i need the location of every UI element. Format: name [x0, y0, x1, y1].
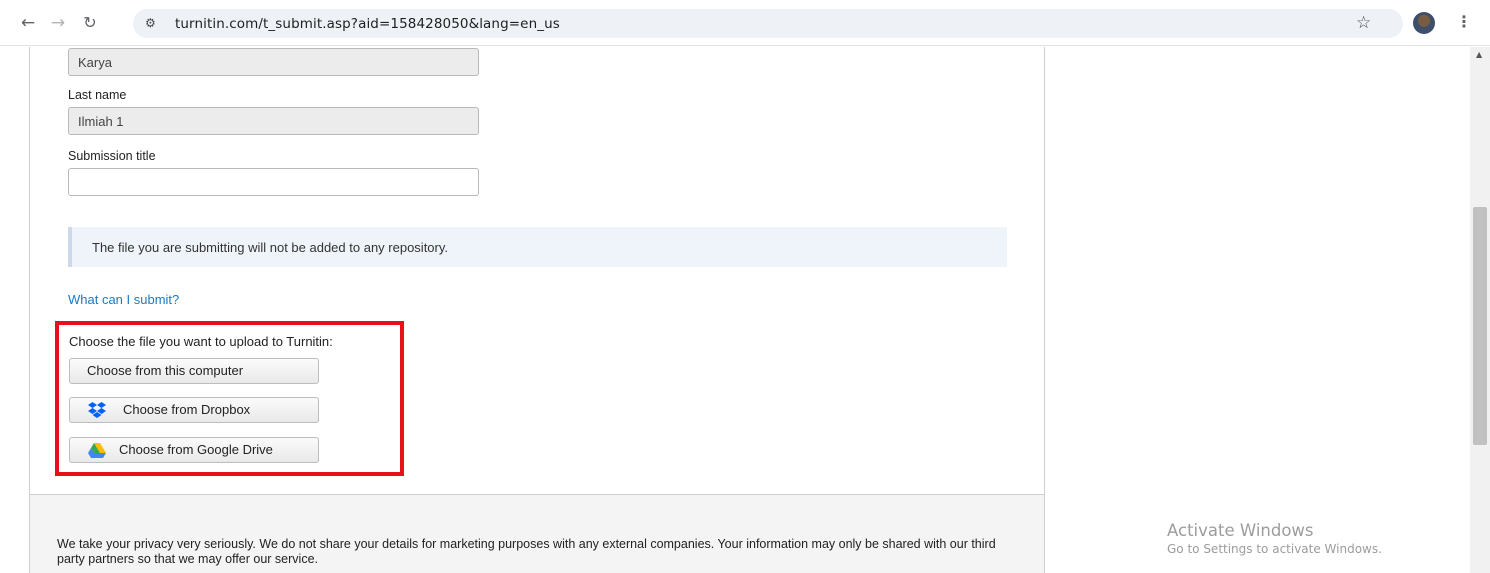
windows-activation-watermark: Activate Windows Go to Settings to activ…: [1167, 521, 1382, 556]
submission-title-input[interactable]: [68, 168, 479, 196]
choose-from-computer-button[interactable]: Choose from this computer: [69, 358, 319, 384]
upload-title: Choose the file you want to upload to Tu…: [69, 334, 333, 349]
submission-title-label: Submission title: [68, 149, 156, 163]
repository-notice-text: The file you are submitting will not be …: [92, 240, 449, 255]
choose-from-dropbox-button[interactable]: Choose from Dropbox: [69, 397, 319, 423]
watermark-title: Activate Windows: [1167, 521, 1314, 540]
choose-from-computer-label: Choose from this computer: [87, 363, 244, 378]
page-content: Karya Last name Ilmiah 1 Submission titl…: [0, 47, 1470, 573]
url-text[interactable]: turnitin.com/t_submit.asp?aid=158428050&…: [175, 16, 560, 32]
profile-avatar[interactable]: [1413, 12, 1435, 34]
watermark-subtitle: Go to Settings to activate Windows.: [1167, 542, 1382, 556]
vertical-scrollbar[interactable]: ▲: [1470, 47, 1490, 573]
address-bar[interactable]: ⚙ turnitin.com/t_submit.asp?aid=15842805…: [133, 9, 1403, 38]
google-drive-icon: [88, 443, 106, 458]
back-arrow-icon[interactable]: ←: [18, 13, 38, 33]
dropbox-icon: [88, 402, 106, 418]
first-name-field[interactable]: Karya: [68, 48, 479, 76]
browser-toolbar: ← → ↻ ⚙ turnitin.com/t_submit.asp?aid=15…: [0, 0, 1490, 46]
what-can-i-submit-link[interactable]: What can I submit?: [68, 292, 179, 307]
site-info-icon[interactable]: ⚙: [145, 15, 163, 31]
upload-options-highlight: Choose the file you want to upload to Tu…: [55, 321, 404, 476]
scroll-up-arrow-icon[interactable]: ▲: [1476, 50, 1482, 59]
scrollbar-thumb[interactable]: [1473, 207, 1487, 445]
privacy-footer: We take your privacy very seriously. We …: [30, 494, 1044, 573]
choose-from-google-drive-button[interactable]: Choose from Google Drive: [69, 437, 319, 463]
reload-icon[interactable]: ↻: [80, 13, 100, 33]
submission-form-panel: Karya Last name Ilmiah 1 Submission titl…: [29, 47, 1045, 573]
privacy-text: We take your privacy very seriously. We …: [57, 537, 996, 566]
last-name-label: Last name: [68, 88, 127, 102]
choose-from-dropbox-label: Choose from Dropbox: [123, 402, 251, 417]
last-name-field[interactable]: Ilmiah 1: [68, 107, 479, 135]
repository-notice: The file you are submitting will not be …: [68, 227, 1007, 267]
forward-arrow-icon[interactable]: →: [48, 13, 68, 33]
browser-menu-icon[interactable]: ⋮: [1456, 12, 1472, 31]
choose-from-google-drive-label: Choose from Google Drive: [119, 442, 273, 457]
bookmark-star-icon[interactable]: ☆: [1356, 13, 1371, 33]
